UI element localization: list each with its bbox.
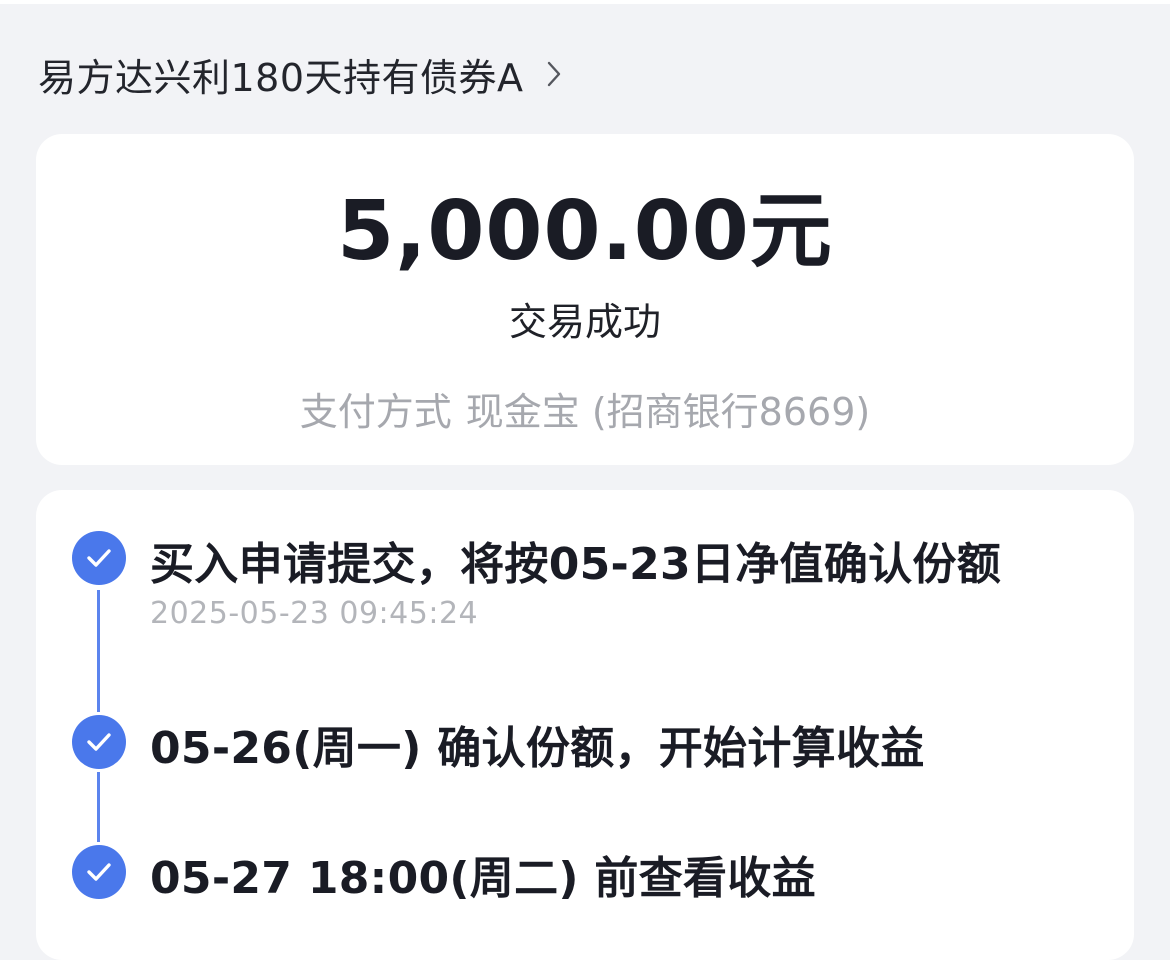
check-circle-icon	[72, 845, 126, 899]
fund-header-link[interactable]: 易方达兴利180天持有债券A	[38, 44, 566, 104]
progress-timeline-card: 买入申请提交，将按05-23日净值确认份额 2025-05-23 09:45:2…	[36, 490, 1134, 960]
check-circle-icon	[72, 715, 126, 769]
timeline-step-text: 05-26(周一) 确认份额，开始计算收益	[150, 723, 925, 774]
chevron-right-icon	[546, 59, 566, 89]
payment-method-value: 现金宝 (招商银行8669)	[465, 390, 871, 434]
payment-method-label: 支付方式	[299, 390, 452, 434]
timeline-step-text: 买入申请提交，将按05-23日净值确认份额	[150, 539, 1002, 590]
top-band	[0, 0, 1170, 4]
timeline-step-text: 05-27 18:00(周二) 前查看收益	[150, 853, 816, 904]
timeline-step-time: 2025-05-23 09:45:24	[150, 596, 479, 631]
timeline-connector	[97, 772, 100, 842]
transaction-status: 交易成功	[508, 300, 661, 344]
transaction-summary-card: 5,000.00元 交易成功 支付方式 现金宝 (招商银行8669)	[36, 134, 1134, 465]
fund-name: 易方达兴利180天持有债券A	[38, 55, 524, 100]
check-circle-icon	[72, 531, 126, 585]
payment-method-row: 支付方式 现金宝 (招商银行8669)	[36, 381, 1134, 436]
timeline-connector	[97, 590, 100, 712]
transaction-amount: 5,000.00元	[337, 184, 833, 279]
